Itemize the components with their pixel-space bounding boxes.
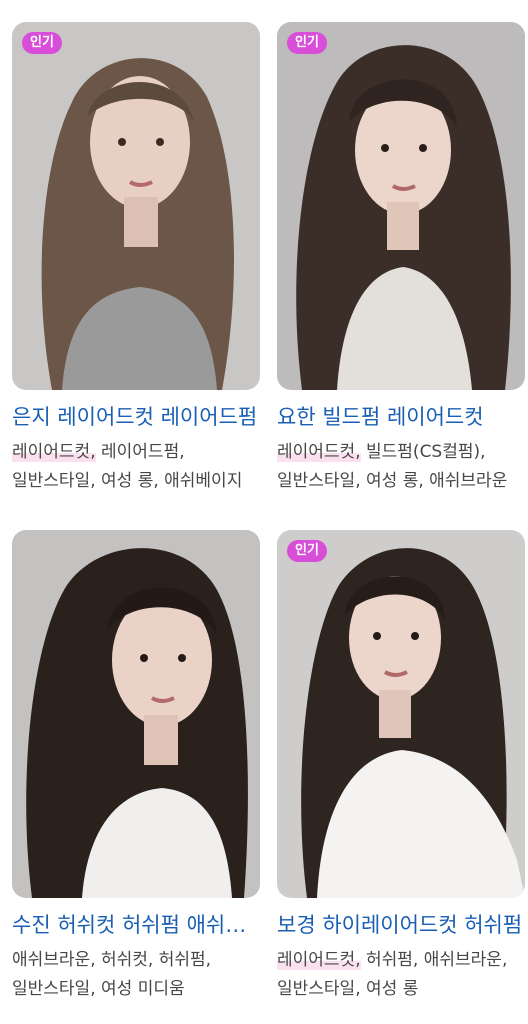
- tag-highlight: 레이어드컷,: [277, 950, 361, 970]
- style-card[interactable]: 인기 요한 빌드펌 레이어드컷 레이어드컷, 빌드펌(CS컬펌), 일반스타일,…: [277, 22, 525, 496]
- style-title[interactable]: 보경 하이레이어드컷 허쉬펌: [277, 910, 525, 940]
- style-card[interactable]: 인기 보경 하이레이어드컷 허쉬펌 레이어드컷, 허쉬펌, 애쉬브라운, 일반스…: [277, 530, 525, 1004]
- popular-badge: 인기: [22, 32, 62, 54]
- style-card[interactable]: 인기 은지 레이어드컷 레이어드펌 레이어드컷, 레이어드펌, 일반스타일, 여…: [12, 22, 260, 496]
- style-tags: 레이어드컷, 레이어드펌, 일반스타일, 여성 롱, 애쉬베이지: [12, 438, 260, 496]
- style-photo[interactable]: 인기: [277, 530, 525, 898]
- style-title[interactable]: 요한 빌드펌 레이어드컷: [277, 402, 525, 432]
- woman-long-layered-hair-photo-icon: [277, 22, 525, 390]
- style-title[interactable]: 수진 허쉬컷 허쉬펌 애쉬브라운: [12, 910, 260, 940]
- style-card[interactable]: 수진 허쉬컷 허쉬펌 애쉬브라운 애쉬브라운, 허쉬컷, 허쉬펌, 일반스타일,…: [12, 530, 260, 1004]
- style-title[interactable]: 은지 레이어드컷 레이어드펌: [12, 402, 260, 432]
- style-tags: 애쉬브라운, 허쉬컷, 허쉬펌, 일반스타일, 여성 미디움: [12, 946, 260, 1004]
- popular-badge: 인기: [287, 540, 327, 562]
- woman-long-layered-hair-photo-icon: [12, 22, 260, 390]
- style-photo[interactable]: [12, 530, 260, 898]
- tag-list: 애쉬브라운, 허쉬컷, 허쉬펌, 일반스타일, 여성 미디움: [12, 950, 212, 999]
- style-tags: 레이어드컷, 빌드펌(CS컬펌), 일반스타일, 여성 롱, 애쉬브라운: [277, 438, 525, 496]
- woman-long-layered-hair-photo-icon: [12, 530, 260, 898]
- style-tags: 레이어드컷, 허쉬펌, 애쉬브라운, 일반스타일, 여성 롱: [277, 946, 525, 1004]
- tag-highlight: 레이어드컷,: [12, 442, 96, 462]
- popular-badge: 인기: [287, 32, 327, 54]
- hairstyle-grid: 인기 은지 레이어드컷 레이어드펌 레이어드컷, 레이어드펌, 일반스타일, 여…: [0, 0, 528, 1024]
- tag-highlight: 레이어드컷,: [277, 442, 361, 462]
- woman-long-layered-hair-photo-icon: [277, 530, 525, 898]
- style-photo[interactable]: 인기: [277, 22, 525, 390]
- style-photo[interactable]: 인기: [12, 22, 260, 390]
